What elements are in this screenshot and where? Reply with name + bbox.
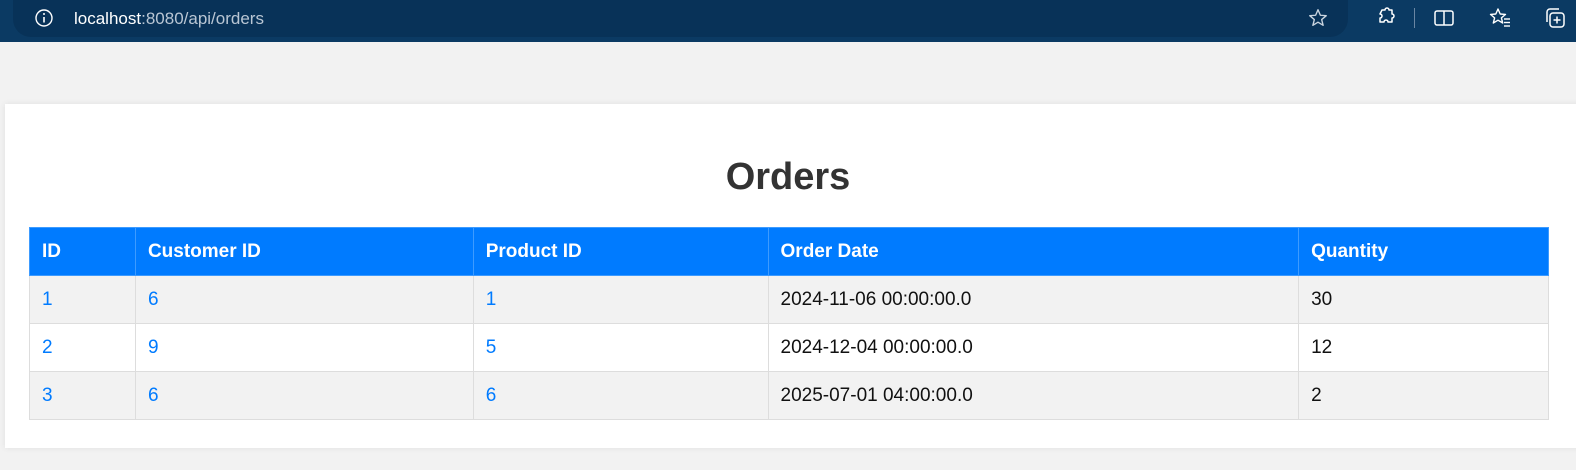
quantity-cell: 12 — [1298, 323, 1549, 372]
order-date-cell: 2024-11-06 00:00:00.0 — [767, 275, 1300, 324]
table-row: 1 6 1 2024-11-06 00:00:00.0 30 — [29, 275, 1549, 324]
orders-table: ID Customer ID Product ID Order Date Qua… — [29, 227, 1549, 420]
toolbar-divider — [1414, 8, 1415, 28]
extensions-puzzle-icon[interactable] — [1373, 6, 1397, 30]
column-header-quantity: Quantity — [1298, 227, 1549, 276]
customer-id-link[interactable]: 6 — [134, 371, 474, 420]
column-header-customer-id: Customer ID — [134, 227, 474, 276]
favorite-star-icon[interactable] — [1307, 7, 1329, 29]
url-path: :8080/api/orders — [141, 9, 264, 28]
table-header-row: ID Customer ID Product ID Order Date Qua… — [29, 227, 1549, 276]
column-header-id: ID — [29, 227, 136, 276]
quantity-cell: 2 — [1298, 371, 1549, 420]
customer-id-link[interactable]: 9 — [134, 323, 474, 372]
order-id-link[interactable]: 1 — [29, 275, 136, 324]
page-title: Orders — [725, 156, 851, 198]
order-date-cell: 2025-07-01 04:00:00.0 — [767, 371, 1300, 420]
column-header-order-date: Order Date — [767, 227, 1300, 276]
table-row: 3 6 6 2025-07-01 04:00:00.0 2 — [29, 371, 1549, 420]
split-screen-icon[interactable] — [1432, 6, 1456, 30]
quantity-cell: 30 — [1298, 275, 1549, 324]
order-id-link[interactable]: 2 — [29, 323, 136, 372]
table-row: 2 9 5 2024-12-04 00:00:00.0 12 — [29, 323, 1549, 372]
order-date-cell: 2024-12-04 00:00:00.0 — [767, 323, 1300, 372]
product-id-link[interactable]: 6 — [472, 371, 769, 420]
favorites-icon[interactable] — [1488, 6, 1512, 30]
customer-id-link[interactable]: 6 — [134, 275, 474, 324]
product-id-link[interactable]: 1 — [472, 275, 769, 324]
order-id-link[interactable]: 3 — [29, 371, 136, 420]
browser-toolbar: localhost:8080/api/orders — [0, 0, 1576, 42]
url-host: localhost — [74, 9, 142, 28]
collections-icon[interactable] — [1543, 6, 1567, 30]
column-header-product-id: Product ID — [472, 227, 769, 276]
url-text[interactable]: localhost:8080/api/orders — [74, 9, 264, 29]
info-icon[interactable] — [34, 8, 54, 28]
product-id-link[interactable]: 5 — [472, 323, 769, 372]
